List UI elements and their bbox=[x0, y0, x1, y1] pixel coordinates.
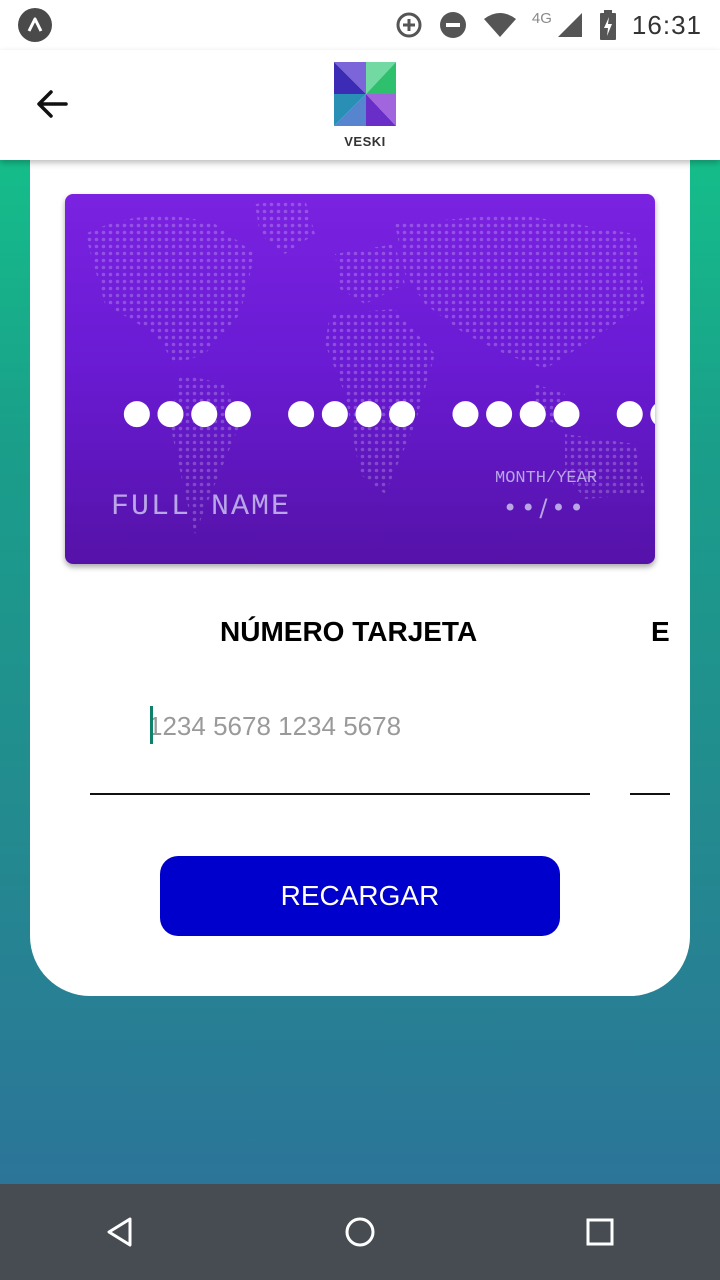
expiry-label: EX bbox=[651, 616, 670, 647]
home-circle-icon bbox=[345, 1217, 375, 1247]
card-number-mask: ●●●● ●●●● ●●●● ●●●● bbox=[122, 392, 655, 432]
status-time: 16:31 bbox=[631, 9, 702, 40]
battery-charging-icon bbox=[598, 9, 618, 41]
signal-icon bbox=[556, 10, 584, 40]
card-number-underline bbox=[90, 793, 590, 795]
wifi-icon bbox=[482, 10, 518, 40]
app-a-icon bbox=[18, 8, 52, 42]
card-expiry-value: ••/•• bbox=[503, 494, 588, 522]
back-button[interactable] bbox=[30, 82, 74, 126]
app-bar: VESKI bbox=[0, 50, 720, 160]
expiry-underline bbox=[630, 793, 670, 795]
status-bar: 4G 16:31 bbox=[0, 0, 720, 50]
arrow-left-icon bbox=[37, 90, 68, 118]
logo-text: VESKI bbox=[344, 134, 386, 149]
system-nav-bar bbox=[0, 1184, 720, 1280]
veski-logo: VESKI bbox=[330, 58, 400, 153]
data-saver-icon bbox=[394, 10, 424, 40]
nav-back-button[interactable] bbox=[80, 1192, 160, 1272]
nav-recents-button[interactable] bbox=[560, 1192, 640, 1272]
card-holder-name: FULL NAME bbox=[111, 490, 292, 524]
card-number-label: NÚMERO TARJETA bbox=[220, 616, 478, 647]
recharge-button[interactable]: RECARGAR bbox=[160, 856, 560, 936]
credit-card-preview: ●●●● ●●●● ●●●● ●●●● MONTH/YEAR ••/•• FUL… bbox=[65, 194, 655, 564]
card-number-input[interactable] bbox=[148, 704, 588, 748]
network-type: 4G bbox=[531, 9, 552, 27]
do-not-disturb-icon bbox=[438, 10, 468, 40]
nav-home-button[interactable] bbox=[320, 1192, 400, 1272]
back-triangle-icon bbox=[107, 1217, 132, 1247]
recents-square-icon bbox=[586, 1218, 614, 1246]
card-expiry-label: MONTH/YEAR bbox=[495, 469, 598, 488]
text-caret bbox=[150, 706, 153, 744]
